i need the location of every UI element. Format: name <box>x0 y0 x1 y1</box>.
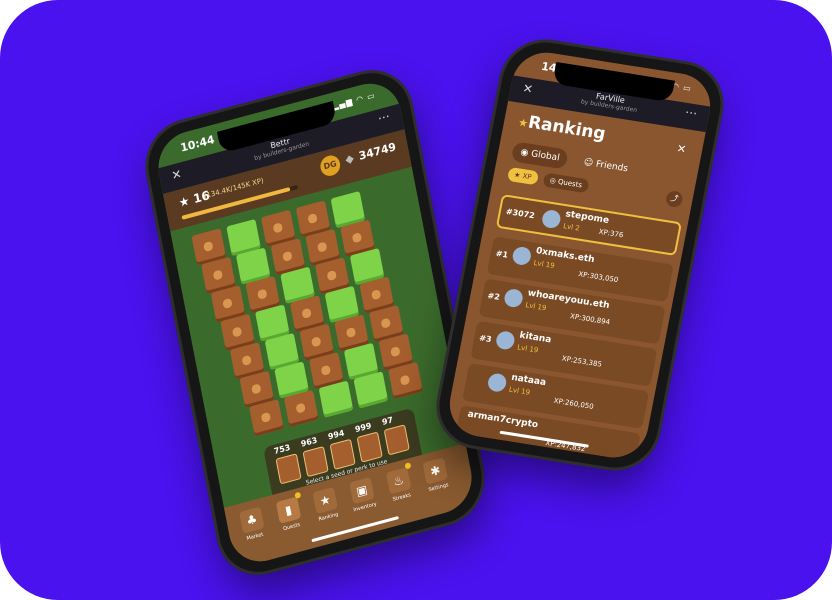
ranking-title: Ranking <box>526 112 608 145</box>
avatar <box>511 245 533 267</box>
tab-global-label: Global <box>530 149 561 164</box>
rank-number: #3072 <box>505 206 536 221</box>
dg-token-button[interactable]: DG <box>318 153 342 179</box>
player-xp: XP:303,050 <box>577 270 619 285</box>
seed-icon[interactable] <box>275 453 302 485</box>
avatar <box>486 372 508 393</box>
player-xp: XP:260,050 <box>552 396 595 411</box>
player-name: kitana <box>518 330 553 346</box>
phone-ranking: 14:45 ▂▄▆ ◠ ▭ ✕ FarVille by builders-gar… <box>432 36 728 474</box>
nav-streaks[interactable]: ♨ Streaks <box>382 466 417 504</box>
nav-quests[interactable]: ▮ Quests <box>272 496 307 534</box>
tab-friends[interactable]: ☺ Friends <box>574 151 638 180</box>
filter-xp[interactable]: ★ XP <box>506 166 539 186</box>
nav-market[interactable]: ♣ Market <box>235 505 270 543</box>
player-level: Lvl 2 <box>562 222 581 233</box>
player-xp: XP:253,385 <box>561 354 603 369</box>
gem-icon: ◆ <box>344 151 355 167</box>
seed-count: 999 <box>354 421 373 435</box>
player-level: Lvl 19 <box>532 258 556 271</box>
player-level: Lvl 19 <box>508 385 531 397</box>
fire-icon: ♨ <box>385 467 412 495</box>
nav-settings[interactable]: ✱ Settings <box>419 456 454 494</box>
bag-icon: ♣ <box>239 506 265 534</box>
player-xp: XP:376 <box>598 227 625 240</box>
player-name: arman7crypto <box>466 409 539 431</box>
planted-tile[interactable] <box>388 361 423 400</box>
signal-wifi-battery-icon: ▂▄▆ ◠ ▭ <box>331 90 377 112</box>
grass-tile[interactable] <box>353 371 389 409</box>
ranking-heading: ★Ranking <box>517 111 608 145</box>
rank-number: #3 <box>478 333 493 345</box>
seed-count: 994 <box>327 428 346 442</box>
scroll-icon: ▮ <box>275 496 302 524</box>
chest-icon: ▣ <box>349 476 375 505</box>
ranking-screen: 14:45 ▂▄▆ ◠ ▭ ✕ FarVille by builders-gar… <box>444 47 716 463</box>
nav-ranking[interactable]: ★ Ranking <box>309 486 344 524</box>
filter-quests[interactable]: ◎ Quests <box>542 172 590 194</box>
filter-xp-label: XP <box>521 172 533 182</box>
grass-tile[interactable] <box>318 380 354 418</box>
player-xp: XP:300,894 <box>569 312 611 327</box>
avatar <box>502 287 525 309</box>
close-ranking-icon[interactable]: ✕ <box>676 142 688 156</box>
player-level: Lvl 19 <box>524 301 548 313</box>
tab-global[interactable]: ◉ Global <box>510 141 570 170</box>
planted-tile[interactable] <box>283 389 319 428</box>
seed-icon[interactable] <box>329 438 356 470</box>
background-card: 10:44 ▂▄▆ ◠ ▭ ✕ Bettr by builders-garden… <box>0 0 832 600</box>
gear-icon: ✱ <box>422 457 449 485</box>
avatar <box>494 330 516 351</box>
seed-icon[interactable] <box>302 445 329 478</box>
seed-icon[interactable] <box>356 431 383 463</box>
seed-count: 97 <box>381 415 394 427</box>
rank-number: #1 <box>494 248 509 260</box>
seed-icon[interactable] <box>383 424 410 456</box>
filter-quests-label: Quests <box>557 177 583 190</box>
seed-count: 963 <box>300 435 319 449</box>
rank-number: #2 <box>486 291 501 302</box>
phone-farm: 10:44 ▂▄▆ ◠ ▭ ✕ Bettr by builders-garden… <box>141 63 489 582</box>
avatar <box>540 208 562 230</box>
clock: 10:44 <box>179 132 216 155</box>
tab-friends-label: Friends <box>594 159 629 175</box>
player-level: Lvl 19 <box>516 343 539 355</box>
share-icon[interactable]: ⤴ <box>664 189 684 209</box>
farm-grid <box>191 181 437 446</box>
coin-balance: 34749 <box>357 140 398 163</box>
seed-count: 753 <box>273 442 292 456</box>
farm-screen: 10:44 ▂▄▆ ◠ ▭ ✕ Bettr by builders-garden… <box>152 76 478 569</box>
star-icon: ★ <box>312 486 338 515</box>
more-icon[interactable]: ⋯ <box>377 109 391 126</box>
planted-tile[interactable] <box>249 399 284 437</box>
nav-inventory[interactable]: ▣ Inventory <box>345 476 380 514</box>
